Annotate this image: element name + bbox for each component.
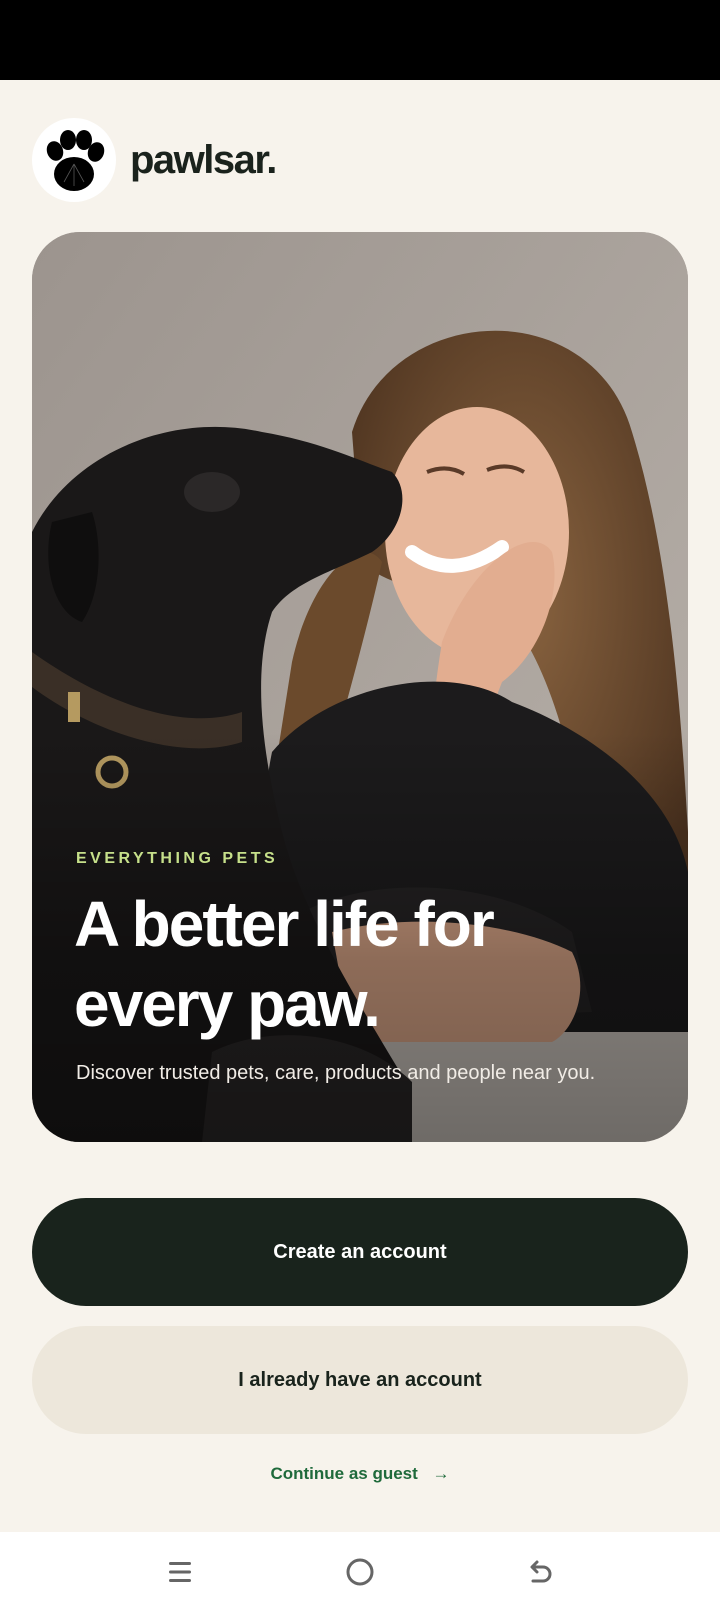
brand-header: pawlsar. [32, 118, 277, 202]
hero-eyebrow: EVERYTHING PETS [76, 850, 279, 867]
hero-card: EVERYTHING PETS A better life for every … [32, 232, 688, 1142]
continue-as-guest-link[interactable]: Continue as guest → [0, 1464, 720, 1484]
back-arrow-icon[interactable] [518, 1550, 562, 1594]
login-button[interactable]: I already have an account [32, 1326, 688, 1434]
system-nav-bar [0, 1532, 720, 1612]
guest-link-label: Continue as guest [270, 1464, 418, 1483]
create-account-button[interactable]: Create an account [32, 1198, 688, 1306]
status-bar [0, 0, 720, 80]
arrow-right-icon: → [432, 1464, 450, 1483]
circle-home-icon[interactable] [338, 1550, 382, 1594]
brand-name: pawlsar. [130, 137, 277, 182]
menu-lines-icon[interactable] [158, 1550, 202, 1594]
hero-subtitle: Discover trusted pets, care, products an… [76, 1062, 596, 1084]
hero-title: A better life for every paw. [74, 888, 495, 1040]
paw-print-icon [32, 118, 116, 202]
